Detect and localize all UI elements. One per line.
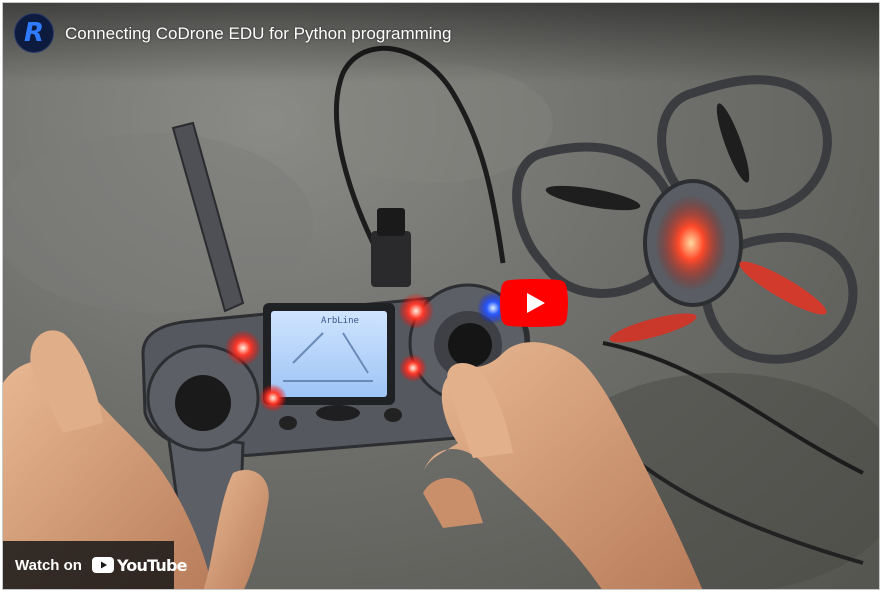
play-button[interactable] — [500, 279, 568, 327]
channel-avatar[interactable]: R — [14, 13, 54, 53]
controller-screen-text: ArbLine — [321, 316, 359, 326]
youtube-logo-icon — [91, 557, 114, 573]
video-title-link[interactable]: Connecting CoDrone EDU for Python progra… — [65, 24, 451, 44]
video-player[interactable]: ArbLine R Connecting CoDrone EDU for Pyt… — [2, 2, 880, 590]
youtube-logo: YouTube — [91, 555, 188, 575]
channel-logo-letter: R — [23, 18, 45, 48]
video-thumbnail[interactable]: ArbLine — [3, 3, 880, 590]
watch-on-youtube-button[interactable]: Watch on YouTube — [3, 541, 188, 589]
watch-on-label: Watch on — [15, 556, 82, 574]
youtube-wordmark: YouTube — [116, 555, 188, 575]
